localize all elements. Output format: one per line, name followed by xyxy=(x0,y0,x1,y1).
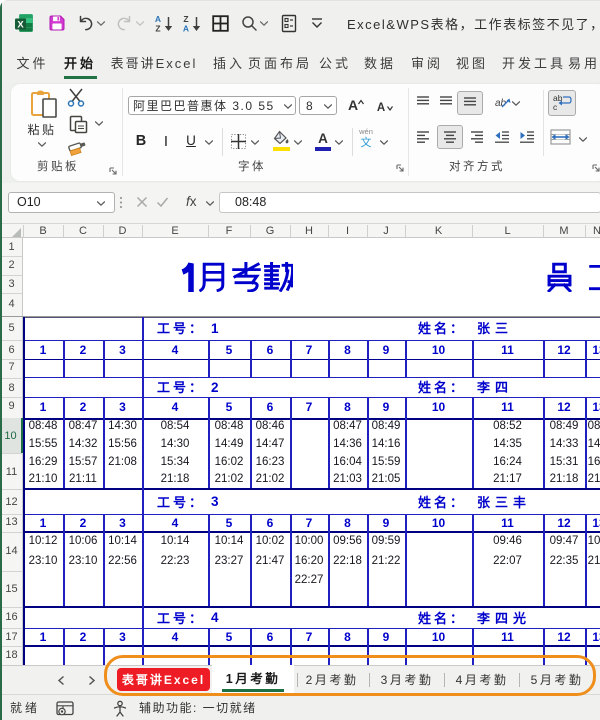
svg-text:c: c xyxy=(553,102,558,112)
svg-text:A: A xyxy=(377,102,385,114)
svg-text:A: A xyxy=(183,24,189,34)
svg-text:A: A xyxy=(155,14,161,24)
svg-text:Z: Z xyxy=(183,14,188,24)
svg-text:X: X xyxy=(17,20,24,31)
svg-text:A: A xyxy=(348,97,358,113)
svg-text:Z: Z xyxy=(155,24,160,34)
